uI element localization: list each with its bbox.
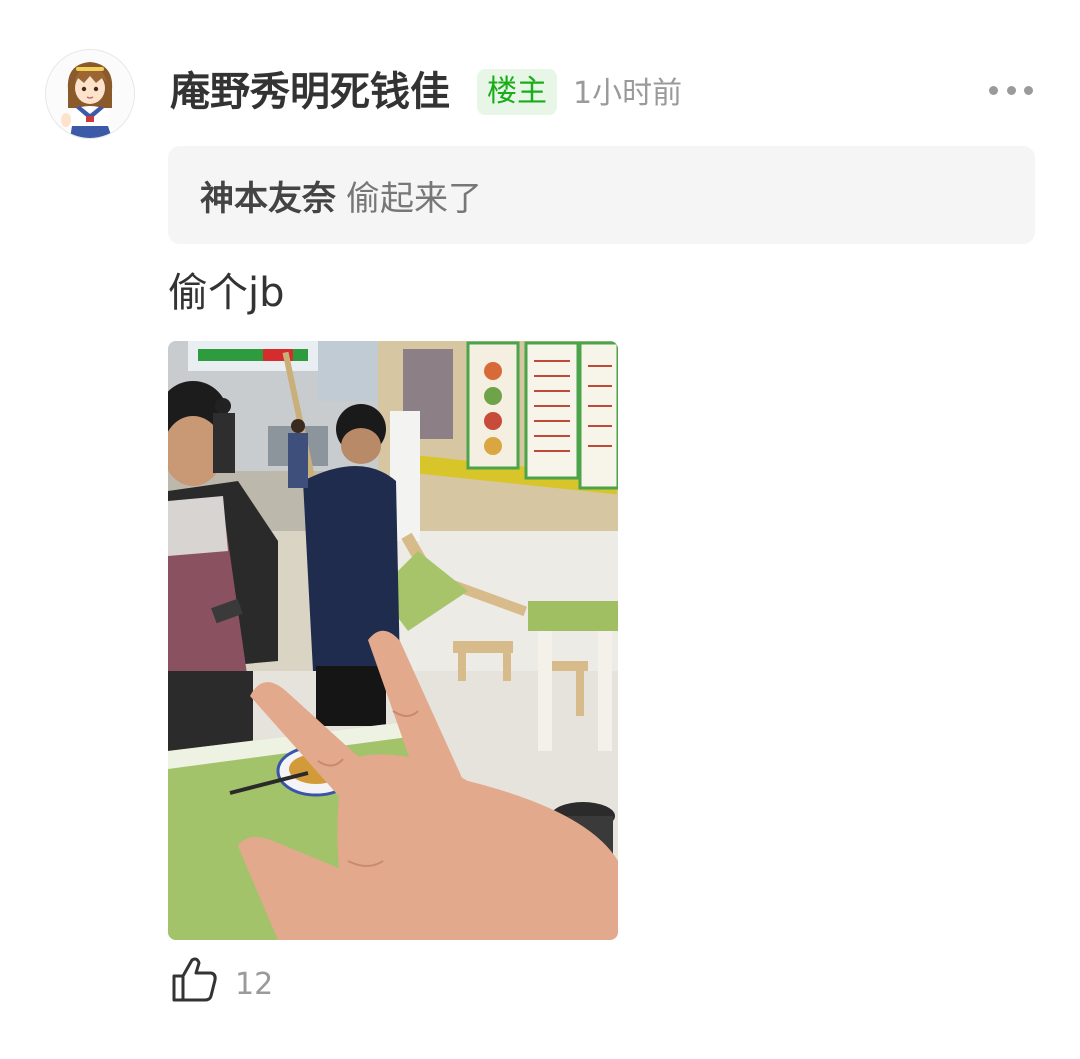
post-timestamp: 1小时前	[573, 76, 683, 111]
quoted-author-name[interactable]: 神本友奈	[200, 171, 336, 220]
more-dots-icon	[1006, 85, 1016, 95]
thumbs-up-icon	[172, 957, 217, 1002]
comment-text: 偷个jb	[168, 270, 285, 316]
user-avatar[interactable]	[45, 49, 135, 139]
more-options-button[interactable]	[985, 74, 1037, 106]
restaurant-peace-sign-photo	[168, 341, 618, 940]
quoted-reply[interactable]: 神本友奈 偷起来了	[168, 146, 1035, 244]
op-badge: 楼主	[477, 69, 557, 115]
quoted-text: 偷起来了	[346, 178, 482, 219]
author-name[interactable]: 庵野秀明死钱佳	[170, 66, 450, 118]
more-dots-icon	[989, 85, 998, 95]
like-count: 12	[235, 967, 274, 1002]
anime-girl-avatar-icon	[46, 50, 134, 138]
more-dots-icon	[1024, 85, 1033, 95]
attached-photo[interactable]	[168, 341, 618, 940]
like-button[interactable]	[170, 954, 230, 1010]
